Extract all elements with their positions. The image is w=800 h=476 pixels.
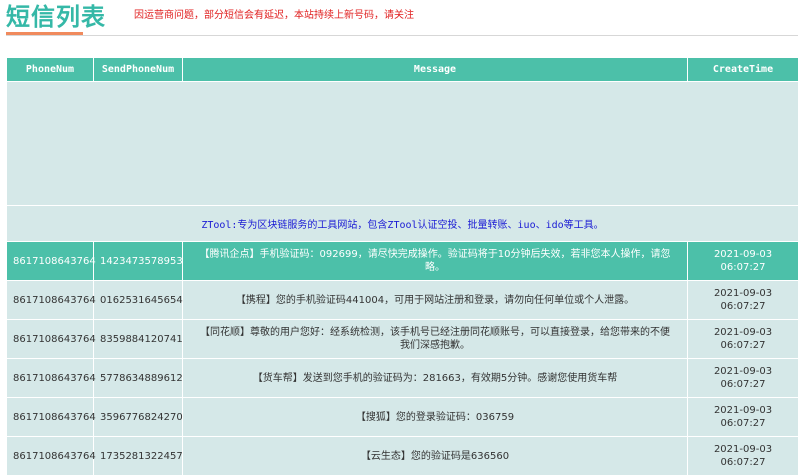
table-row[interactable]: 8617108643764 1423473578953 【腾讯企点】手机验证码：…: [6, 241, 799, 281]
date-text: 2021-09-03: [713, 366, 773, 377]
table-row[interactable]: 8617108643764 8359884120741 【同花顺】尊敬的用户您好…: [6, 319, 799, 359]
message-cell: 【腾讯企点】手机验证码：092699，请尽快完成操作。验证码将于10分钟后失效，…: [182, 241, 688, 281]
promo-row: ZTool:专为区块链服务的工具网站，包含ZTool认证空投、批量转账、iuo、…: [6, 205, 799, 242]
page-header: 短信列表 因运营商问题，部分短信会有延迟，本站持续上新号码，请关注: [0, 0, 800, 36]
phone-cell: 8617108643764: [6, 280, 96, 320]
table-row[interactable]: 8617108643764 5778634889612 【货车帮】发送到您手机的…: [6, 358, 799, 398]
date-text: 2021-09-03: [713, 327, 773, 338]
column-header-time[interactable]: CreateTime: [687, 57, 799, 82]
time-cell: 2021-09-03 06:07:27: [687, 280, 799, 320]
date-text: 2021-09-03: [713, 288, 773, 299]
message-cell: 【搜狐】您的登录验证码：036759: [182, 397, 688, 437]
sender-cell: 0162531645654: [93, 280, 183, 320]
phone-cell: 8617108643764: [6, 241, 96, 281]
page-title: 短信列表: [6, 3, 106, 31]
message-cell: 【货车帮】发送到您手机的验证码为：281663，有效期5分钟。感谢您使用货车帮: [182, 358, 688, 398]
date-text: 2021-09-03: [713, 444, 773, 455]
sender-cell: 1735281322457: [93, 436, 183, 476]
column-header-message[interactable]: Message: [182, 57, 688, 82]
phone-cell: 8617108643764: [6, 319, 96, 359]
clock-text: 06:07:27: [720, 262, 766, 273]
clock-text: 06:07:27: [720, 340, 766, 351]
time-cell: 2021-09-03 06:07:27: [687, 241, 799, 281]
sender-cell: 1423473578953: [93, 241, 183, 281]
column-header-phone[interactable]: PhoneNum: [6, 57, 94, 82]
date-text: 2021-09-03: [713, 405, 773, 416]
table-row[interactable]: 8617108643764 0162531645654 【携程】您的手机验证码4…: [6, 280, 799, 320]
sender-cell: 3596776824270: [93, 397, 183, 437]
ad-placeholder: [6, 81, 799, 206]
message-cell: 【携程】您的手机验证码441004，可用于网站注册和登录，请勿向任何单位或个人泄…: [182, 280, 688, 320]
notice-text: 因运营商问题，部分短信会有延迟，本站持续上新号码，请关注: [134, 10, 414, 21]
sender-cell: 8359884120741: [93, 319, 183, 359]
sender-cell: 5778634889612: [93, 358, 183, 398]
table-row[interactable]: 8617108643764 1735281322457 【云生态】您的验证码是6…: [6, 436, 799, 476]
sms-table: PhoneNum SendPhoneNum Message CreateTime…: [6, 57, 799, 476]
phone-cell: 8617108643764: [6, 358, 96, 398]
phone-cell: 8617108643764: [6, 397, 96, 437]
message-cell: 【云生态】您的验证码是636560: [182, 436, 688, 476]
table-row[interactable]: 8617108643764 3596776824270 【搜狐】您的登录验证码：…: [6, 397, 799, 437]
clock-text: 06:07:27: [720, 418, 766, 429]
header-divider: [6, 35, 798, 36]
time-cell: 2021-09-03 06:07:27: [687, 319, 799, 359]
column-header-sender[interactable]: SendPhoneNum: [93, 57, 183, 82]
date-text: 2021-09-03: [713, 249, 773, 260]
clock-text: 06:07:27: [720, 301, 766, 312]
time-cell: 2021-09-03 06:07:27: [687, 358, 799, 398]
time-cell: 2021-09-03 06:07:27: [687, 436, 799, 476]
phone-cell: 8617108643764: [6, 436, 96, 476]
ad-placeholder-row: [6, 81, 799, 206]
time-cell: 2021-09-03 06:07:27: [687, 397, 799, 437]
promo-link[interactable]: ZTool:专为区块链服务的工具网站，包含ZTool认证空投、批量转账、iuo、…: [201, 220, 603, 231]
message-cell: 【同花顺】尊敬的用户您好：经系统检测，该手机号已经注册同花顺账号，可以直接登录，…: [182, 319, 688, 359]
clock-text: 06:07:27: [720, 457, 766, 468]
clock-text: 06:07:27: [720, 379, 766, 390]
table-header-row: PhoneNum SendPhoneNum Message CreateTime: [6, 57, 799, 82]
